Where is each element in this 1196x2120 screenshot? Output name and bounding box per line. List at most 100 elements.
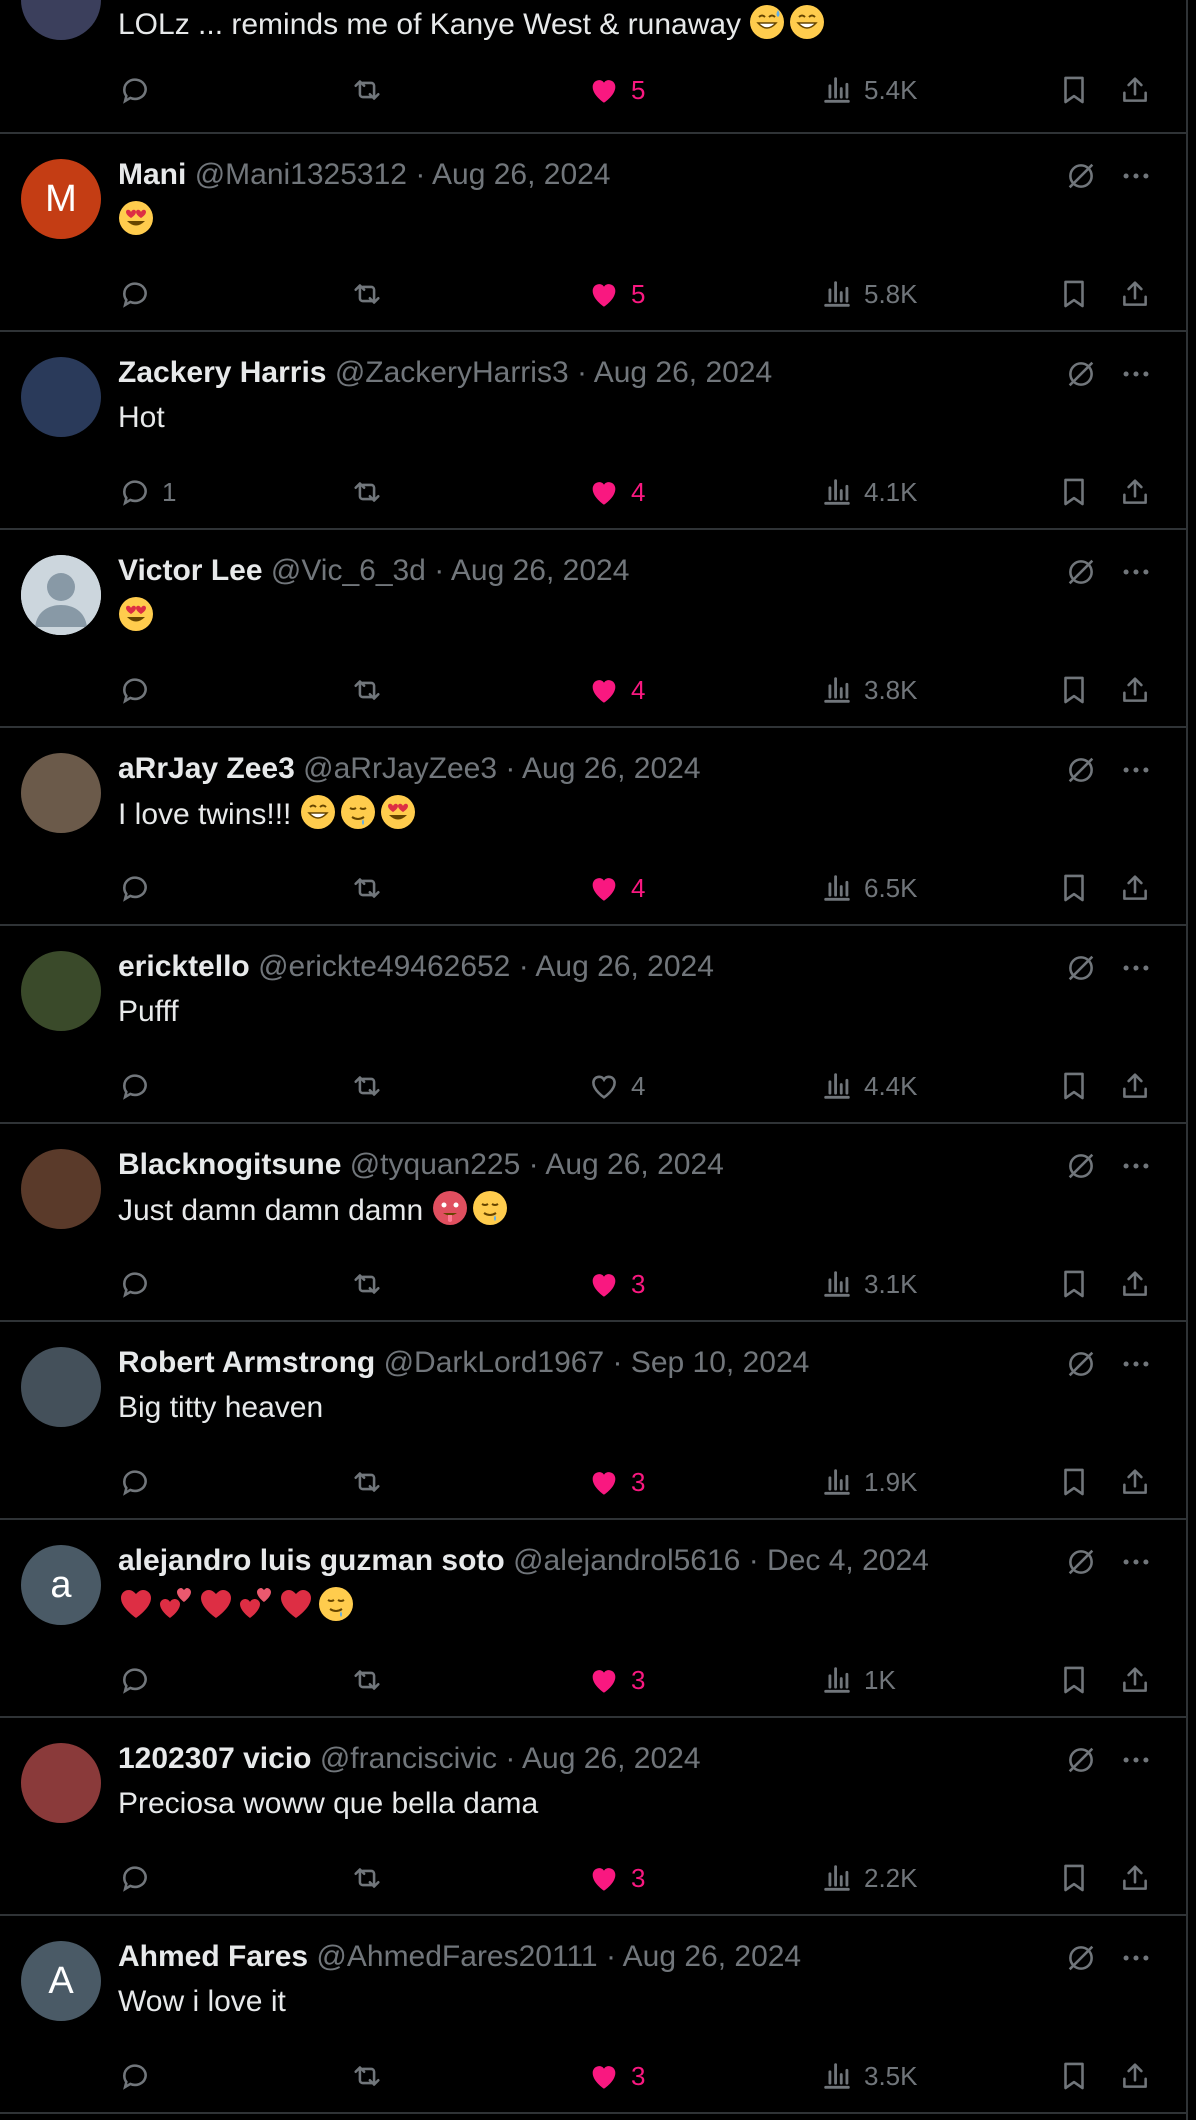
- display-name[interactable]: ericktello: [118, 950, 250, 983]
- display-name[interactable]: aRrJay Zee3: [118, 752, 295, 785]
- post-date[interactable]: Aug 26, 2024: [535, 950, 714, 983]
- grok-icon[interactable]: [1064, 156, 1098, 196]
- more-icon[interactable]: [1119, 750, 1153, 790]
- more-icon[interactable]: [1119, 1740, 1153, 1780]
- share-button[interactable]: [1118, 274, 1152, 314]
- views-button[interactable]: 1.9K: [820, 1462, 918, 1502]
- retweet-button[interactable]: [350, 868, 384, 908]
- tweet[interactable]: 1202307 vicio @franciscivic · Aug 26, 20…: [0, 1718, 1186, 1916]
- post-date[interactable]: Dec 4, 2024: [767, 1544, 929, 1577]
- retweet-button[interactable]: [350, 1858, 384, 1898]
- views-button[interactable]: 6.5K: [820, 868, 918, 908]
- display-name[interactable]: Zackery Harris: [118, 356, 326, 389]
- bookmark-button[interactable]: [1057, 1858, 1091, 1898]
- like-button[interactable]: 4: [587, 670, 645, 710]
- avatar[interactable]: [21, 1743, 101, 1823]
- tweet[interactable]: Victor Lee @Vic_6_3d · Aug 26, 2024 4 3.…: [0, 530, 1186, 728]
- retweet-button[interactable]: [350, 2056, 384, 2096]
- reply-button[interactable]: [118, 70, 162, 110]
- retweet-button[interactable]: [350, 1066, 384, 1106]
- bookmark-button[interactable]: [1057, 1462, 1091, 1502]
- user-handle[interactable]: @ZackeryHarris3: [335, 356, 569, 389]
- avatar[interactable]: M: [21, 159, 101, 239]
- reply-button[interactable]: [118, 274, 162, 314]
- post-date[interactable]: Aug 26, 2024: [522, 1742, 701, 1775]
- bookmark-button[interactable]: [1057, 670, 1091, 710]
- like-button[interactable]: 5: [587, 274, 645, 314]
- share-button[interactable]: [1118, 2056, 1152, 2096]
- avatar[interactable]: A: [21, 1941, 101, 2021]
- views-button[interactable]: 3.1K: [820, 1264, 918, 1304]
- grok-icon[interactable]: [1064, 1542, 1098, 1582]
- display-name[interactable]: Ahmed Fares: [118, 1940, 308, 1973]
- post-date[interactable]: Sep 10, 2024: [631, 1346, 810, 1379]
- user-handle[interactable]: @erickte49462652: [258, 950, 510, 983]
- avatar[interactable]: [21, 951, 101, 1031]
- display-name[interactable]: Victor Lee: [118, 554, 263, 587]
- tweet[interactable]: Robert Armstrong @DarkLord1967 · Sep 10,…: [0, 1322, 1186, 1520]
- tweet[interactable]: Blacknogitsune @tyquan225 · Aug 26, 2024…: [0, 1124, 1186, 1322]
- display-name[interactable]: Robert Armstrong: [118, 1346, 375, 1379]
- more-icon[interactable]: [1119, 156, 1153, 196]
- views-button[interactable]: 4.4K: [820, 1066, 918, 1106]
- grok-icon[interactable]: [1064, 552, 1098, 592]
- post-date[interactable]: Aug 26, 2024: [432, 158, 611, 191]
- avatar[interactable]: [21, 0, 101, 40]
- more-icon[interactable]: [1119, 1938, 1153, 1978]
- retweet-button[interactable]: [350, 1660, 384, 1700]
- like-button[interactable]: 5: [587, 70, 645, 110]
- avatar[interactable]: [21, 555, 101, 635]
- post-date[interactable]: Aug 26, 2024: [451, 554, 630, 587]
- retweet-button[interactable]: [350, 670, 384, 710]
- retweet-button[interactable]: [350, 274, 384, 314]
- partial-tweet[interactable]: LOLz ... reminds me of Kanye West & runa…: [0, 0, 1186, 134]
- display-name[interactable]: alejandro luis guzman soto: [118, 1544, 505, 1577]
- post-date[interactable]: Aug 26, 2024: [623, 1940, 802, 1973]
- tweet[interactable]: M Mani @Mani1325312 · Aug 26, 2024 5 5.8…: [0, 134, 1186, 332]
- views-button[interactable]: 1K: [820, 1660, 896, 1700]
- reply-button[interactable]: [118, 868, 162, 908]
- user-handle[interactable]: @tyquan225: [350, 1148, 521, 1181]
- share-button[interactable]: [1118, 1858, 1152, 1898]
- like-button[interactable]: 4: [587, 868, 645, 908]
- reply-button[interactable]: 1: [118, 472, 176, 512]
- bookmark-button[interactable]: [1057, 1066, 1091, 1106]
- user-handle[interactable]: @AhmedFares20111: [316, 1940, 597, 1973]
- share-button[interactable]: [1118, 1660, 1152, 1700]
- retweet-button[interactable]: [350, 1264, 384, 1304]
- bookmark-button[interactable]: [1057, 472, 1091, 512]
- bookmark-button[interactable]: [1057, 2056, 1091, 2096]
- reply-button[interactable]: [118, 1462, 162, 1502]
- display-name[interactable]: Blacknogitsune: [118, 1148, 341, 1181]
- reply-button[interactable]: [118, 1858, 162, 1898]
- share-button[interactable]: [1118, 670, 1152, 710]
- like-button[interactable]: 3: [587, 1660, 645, 1700]
- more-icon[interactable]: [1119, 354, 1153, 394]
- post-date[interactable]: Aug 26, 2024: [522, 752, 701, 785]
- user-handle[interactable]: @aRrJayZee3: [303, 752, 497, 785]
- avatar[interactable]: [21, 357, 101, 437]
- grok-icon[interactable]: [1064, 948, 1098, 988]
- user-handle[interactable]: @franciscivic: [320, 1742, 497, 1775]
- share-button[interactable]: [1118, 472, 1152, 512]
- retweet-button[interactable]: [350, 1462, 384, 1502]
- user-handle[interactable]: @DarkLord1967: [384, 1346, 605, 1379]
- like-button[interactable]: 4: [587, 1066, 645, 1106]
- retweet-button[interactable]: [350, 472, 384, 512]
- tweet[interactable]: ericktello @erickte49462652 · Aug 26, 20…: [0, 926, 1186, 1124]
- reply-button[interactable]: [118, 2056, 162, 2096]
- user-handle[interactable]: @Vic_6_3d: [271, 554, 426, 587]
- tweet[interactable]: Zackery Harris @ZackeryHarris3 · Aug 26,…: [0, 332, 1186, 530]
- bookmark-button[interactable]: [1057, 1264, 1091, 1304]
- display-name[interactable]: 1202307 vicio: [118, 1742, 312, 1775]
- more-icon[interactable]: [1119, 1542, 1153, 1582]
- user-handle[interactable]: @alejandrol5616: [513, 1544, 740, 1577]
- post-date[interactable]: Aug 26, 2024: [545, 1148, 724, 1181]
- avatar[interactable]: [21, 753, 101, 833]
- post-date[interactable]: Aug 26, 2024: [594, 356, 773, 389]
- bookmark-button[interactable]: [1057, 274, 1091, 314]
- like-button[interactable]: 3: [587, 1858, 645, 1898]
- like-button[interactable]: 4: [587, 472, 645, 512]
- grok-icon[interactable]: [1064, 1740, 1098, 1780]
- avatar[interactable]: [21, 1347, 101, 1427]
